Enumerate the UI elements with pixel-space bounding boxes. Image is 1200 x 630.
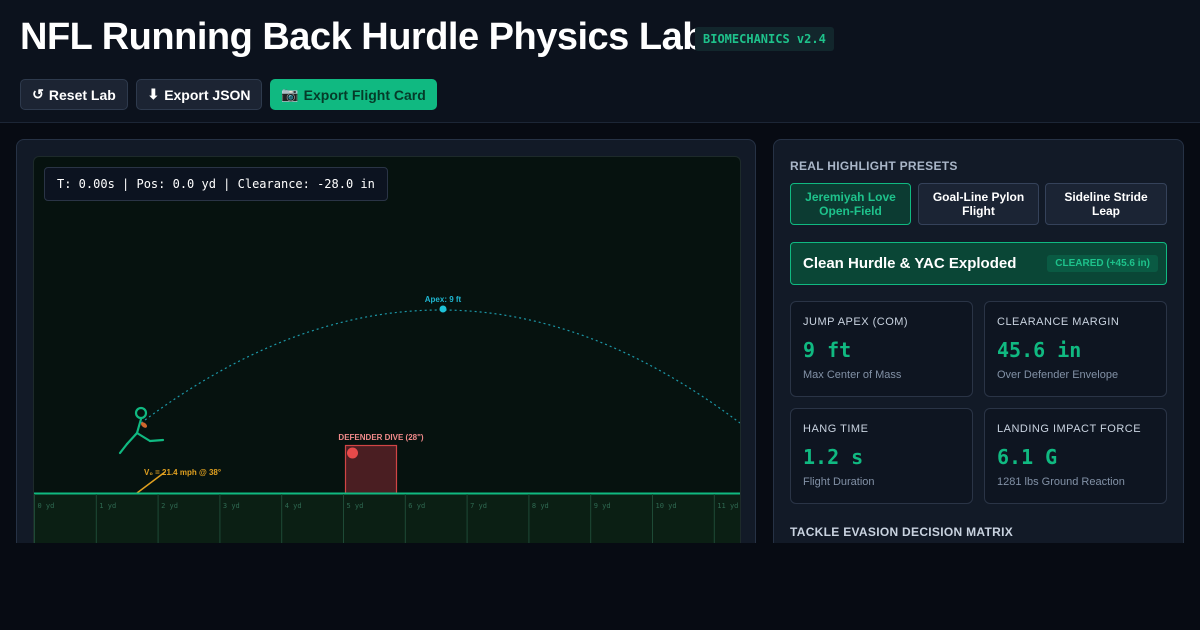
presets-heading: REAL HIGHLIGHT PRESETS (790, 159, 958, 173)
metric-label: LANDING IMPACT FORCE (997, 423, 1142, 435)
apex-marker (439, 305, 447, 313)
metric-value: 45.6 in (997, 338, 1082, 362)
defender-head (347, 447, 358, 459)
preset-goal-line-line2: Flight (962, 204, 995, 218)
yard-label: 6 yd (408, 502, 425, 510)
yard-label: 10 yd (656, 502, 677, 510)
reset-lab-label: Reset Lab (48, 86, 116, 103)
yard-label: 3 yd (223, 502, 240, 510)
reset-lab-button[interactable]: ↺ Reset Lab (20, 79, 128, 110)
metric-value: 6.1 G (997, 445, 1058, 469)
preset-sideline-line1: Sideline Stride (1064, 190, 1148, 204)
field-svg: Apex: 9 ft V₀ = 21.4 mph @ 38° DEFENDER … (34, 295, 740, 557)
analysis-sidebar: REAL HIGHLIGHT PRESETS Jeremiyah Love Ope… (773, 139, 1184, 559)
yard-label: 11 yd (717, 502, 738, 510)
metric-label: JUMP APEX (COM) (803, 316, 909, 328)
metric-card-clearance: CLEARANCE MARGIN 45.6 in Over Defender E… (984, 301, 1167, 397)
apex-label: Apex: 9 ft (425, 295, 462, 304)
metric-label: HANG TIME (803, 423, 869, 435)
yard-label: 0 yd (38, 502, 55, 510)
page-title: NFL Running Back Hurdle Physics Lab (20, 16, 705, 58)
export-json-button[interactable]: ⬇ Export JSON (136, 79, 262, 110)
export-flight-card-button[interactable]: 📷 Export Flight Card (270, 79, 437, 110)
yard-label: 9 yd (594, 502, 611, 510)
yard-label: 1 yd (99, 502, 116, 510)
velocity-label: V₀ = 21.4 mph @ 38° (144, 468, 221, 477)
yard-label: 2 yd (161, 502, 178, 510)
export-json-label: Export JSON (164, 86, 251, 103)
trajectory-arc (140, 309, 740, 424)
app-header: NFL Running Back Hurdle Physics Lab BIOM… (0, 0, 1200, 123)
outcome-banner: Clean Hurdle & YAC Exploded CLEARED (+45… (790, 242, 1167, 285)
telemetry-readout: T: 0.00s | Pos: 0.0 yd | Clearance: -28.… (44, 167, 388, 201)
outcome-title: Clean Hurdle & YAC Exploded (803, 255, 1017, 272)
defender-label: DEFENDER DIVE (28") (338, 433, 423, 442)
metric-subtitle: 1281 lbs Ground Reaction (997, 476, 1125, 488)
metric-subtitle: Over Defender Envelope (997, 369, 1119, 381)
cleared-badge: CLEARED (+45.6 in) (1047, 255, 1158, 272)
preset-goal-line-line1: Goal-Line Pylon (932, 190, 1025, 204)
preset-open-field-line2: Open-Field (819, 204, 882, 218)
metric-value: 1.2 s (803, 445, 864, 469)
camera-icon: 📷 (281, 86, 299, 102)
page-footer-area (0, 543, 1200, 630)
metric-card-jump-apex: JUMP APEX (COM) 9 ft Max Center of Mass (790, 301, 973, 397)
decision-matrix-heading: TACKLE EVASION DECISION MATRIX (790, 525, 1014, 539)
download-icon: ⬇ (147, 86, 160, 102)
metric-subtitle: Flight Duration (803, 476, 875, 488)
preset-goal-line-pylon[interactable]: Goal-Line Pylon Flight (918, 183, 1039, 225)
yard-label: 7 yd (470, 502, 487, 510)
yard-label: 8 yd (532, 502, 549, 510)
metric-card-impact-force: LANDING IMPACT FORCE 6.1 G 1281 lbs Grou… (984, 408, 1167, 504)
yard-label: 5 yd (347, 502, 364, 510)
preset-sideline-line2: Leap (1091, 204, 1120, 218)
metric-label: CLEARANCE MARGIN (997, 316, 1120, 328)
metric-card-hang-time: HANG TIME 1.2 s Flight Duration (790, 408, 973, 504)
version-badge: BIOMECHANICS v2.4 (695, 27, 834, 51)
simulation-canvas[interactable]: Apex: 9 ft V₀ = 21.4 mph @ 38° DEFENDER … (33, 156, 741, 558)
reset-icon: ↺ (32, 86, 44, 102)
metric-subtitle: Max Center of Mass (803, 369, 902, 381)
preset-open-field[interactable]: Jeremiyah Love Open-Field (790, 183, 911, 225)
metric-value: 9 ft (803, 338, 852, 362)
export-flight-card-label: Export Flight Card (303, 86, 426, 103)
yard-label: 4 yd (285, 502, 302, 510)
preset-sideline-stride[interactable]: Sideline Stride Leap (1045, 183, 1167, 225)
running-back-figure (118, 406, 165, 455)
preset-open-field-line1: Jeremiyah Love (805, 190, 896, 204)
